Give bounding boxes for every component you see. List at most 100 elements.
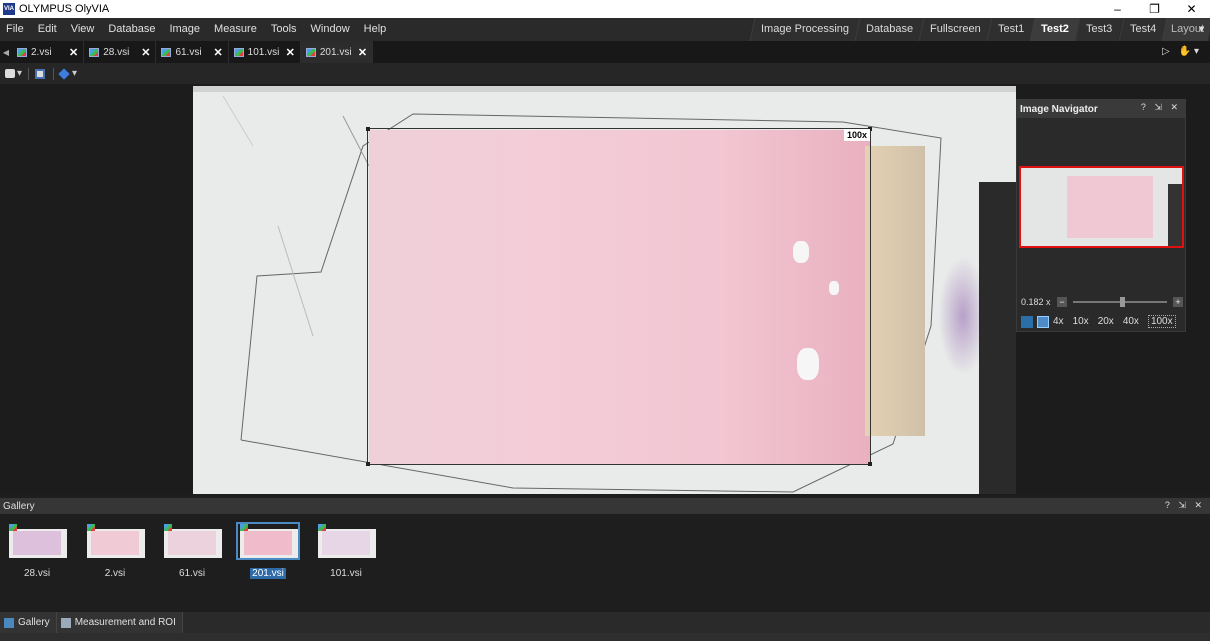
slide-image-icon: [87, 524, 95, 531]
gallery-icon: [4, 617, 14, 628]
zoom-slider-row: 0.182 x − +: [1021, 296, 1183, 308]
save-icon: [35, 68, 46, 79]
maximize-button[interactable]: ❐: [1136, 0, 1173, 18]
window-controls: – ❐ ✕: [1099, 0, 1210, 18]
zoom-slider-knob[interactable]: [1120, 297, 1125, 307]
gallery-item-201vsi[interactable]: 201.vsi: [236, 522, 300, 584]
menu-edit[interactable]: Edit: [31, 18, 64, 41]
gallery-thumbnail: [318, 529, 376, 558]
close-tab-icon[interactable]: ✕: [358, 46, 367, 59]
toolbar-divider: [28, 67, 30, 80]
slide-image[interactable]: 100x: [193, 86, 1016, 494]
doc-tab-2vsi[interactable]: 2.vsi ✕: [12, 41, 85, 63]
gallery-panel: Gallery ? ⇲ ✕ 28.vsi 2.vsi 61.vsi 201.vs…: [0, 498, 1210, 612]
document-tabs: ◀ 2.vsi ✕ 28.vsi ✕ 61.vsi ✕ 101.vsi ✕ 20…: [0, 41, 1210, 63]
status-bar: [0, 633, 1210, 641]
menu-measure[interactable]: Measure: [207, 18, 264, 41]
measure-icon: [60, 617, 71, 628]
zoom-in-button[interactable]: +: [1173, 297, 1183, 307]
mag-10x[interactable]: 10x: [1073, 316, 1089, 327]
slide-image-icon: [17, 47, 27, 57]
menu-help[interactable]: Help: [357, 18, 394, 41]
mag-20x[interactable]: 20x: [1098, 316, 1114, 327]
slide-image-icon: [318, 524, 326, 531]
menu-file[interactable]: File: [0, 18, 31, 41]
slide-label-edge: [979, 182, 1016, 494]
pan-hand-icon[interactable]: ▷ ✋▾: [1162, 41, 1202, 63]
gallery-thumbnail: [87, 529, 145, 558]
title-bar: VIA OLYMPUS OlyVIA – ❐ ✕: [0, 0, 1210, 18]
close-tab-icon[interactable]: ✕: [69, 46, 78, 59]
menu-image[interactable]: Image: [162, 18, 207, 41]
chevron-down-icon: ▼: [1197, 24, 1206, 34]
layout-tab-fullscreen[interactable]: Fullscreen: [918, 18, 992, 41]
image-viewport[interactable]: 100x Image Navigator ? ⇲ ✕ 0.182 x − + 4…: [0, 84, 1210, 495]
resize-handle[interactable]: [366, 127, 370, 131]
gallery-item-label: 61.vsi: [178, 568, 206, 579]
slide-image-icon: [233, 47, 244, 57]
navigator-controls[interactable]: ? ⇲ ✕: [1141, 102, 1181, 113]
gallery-title: Gallery: [3, 500, 35, 512]
doc-tab-61vsi[interactable]: 61.vsi ✕: [156, 41, 229, 63]
gallery-item-2vsi[interactable]: 2.vsi: [83, 522, 147, 584]
snapshot-button[interactable]: ▾: [5, 67, 22, 81]
navigator-title: Image Navigator: [1020, 103, 1098, 115]
tab-gallery[interactable]: Gallery: [0, 612, 57, 633]
selection-rectangle[interactable]: 100x: [366, 127, 872, 466]
zoom-slider[interactable]: [1073, 297, 1167, 307]
navigator-thumbnail[interactable]: [1019, 166, 1184, 248]
slide-image-icon: [161, 47, 172, 57]
gallery-item-61vsi[interactable]: 61.vsi: [160, 522, 224, 584]
thumbnail-label-edge: [1168, 184, 1182, 246]
tab-scroll-left-icon[interactable]: ◀: [0, 48, 12, 57]
gallery-controls[interactable]: ? ⇲ ✕: [1165, 500, 1205, 511]
mag-40x[interactable]: 40x: [1123, 316, 1139, 327]
slide-image-icon: [9, 524, 17, 531]
annotation-button[interactable]: ▾: [58, 67, 77, 81]
toolbar-divider: [53, 67, 55, 80]
gallery-thumbnail: [240, 529, 298, 558]
doc-tab-201vsi[interactable]: 201.vsi ✕: [300, 41, 374, 63]
close-window-button[interactable]: ✕: [1173, 0, 1210, 18]
gallery-item-28vsi[interactable]: 28.vsi: [5, 522, 69, 584]
layout-tab-test2[interactable]: Test2: [1030, 18, 1080, 41]
minimize-button[interactable]: –: [1099, 0, 1136, 18]
menu-window[interactable]: Window: [304, 18, 357, 41]
zoom-level-tag: 100x: [843, 129, 870, 141]
window-title: OLYMPUS OlyVIA: [19, 3, 110, 15]
slide-image-icon: [305, 47, 316, 57]
layout-tab-test1[interactable]: Test1: [986, 18, 1035, 41]
gallery-thumbnail: [164, 529, 222, 558]
overview-icon[interactable]: [1037, 315, 1049, 328]
layout-tab-test4[interactable]: Test4: [1118, 18, 1167, 41]
save-button[interactable]: [35, 67, 47, 81]
layout-tab-image-processing[interactable]: Image Processing: [749, 18, 860, 41]
layout-tab-database[interactable]: Database: [854, 18, 924, 41]
gallery-thumbnail: [9, 529, 67, 558]
menu-bar: File Edit View Database Image Measure To…: [0, 18, 1210, 41]
fit-view-icon[interactable]: [1021, 315, 1033, 328]
menu-database[interactable]: Database: [101, 18, 162, 41]
close-tab-icon[interactable]: ✕: [213, 46, 222, 59]
mag-4x[interactable]: 4x: [1053, 316, 1064, 327]
doc-tab-101vsi[interactable]: 101.vsi ✕: [229, 41, 301, 63]
close-tab-icon[interactable]: ✕: [141, 46, 150, 59]
doc-tab-28vsi[interactable]: 28.vsi ✕: [84, 41, 157, 63]
resize-handle[interactable]: [366, 462, 370, 466]
bottom-panel-tabs: Gallery Measurement and ROI: [0, 612, 1210, 633]
diamond-icon: [58, 67, 70, 80]
resize-handle[interactable]: [868, 462, 872, 466]
slide-image-icon: [240, 524, 248, 531]
menu-view[interactable]: View: [64, 18, 102, 41]
mag-100x[interactable]: 100x: [1147, 315, 1176, 328]
close-tab-icon[interactable]: ✕: [286, 46, 295, 59]
gallery-item-label: 101.vsi: [330, 568, 362, 579]
zoom-out-button[interactable]: −: [1057, 297, 1067, 307]
tab-measurement-and-roi[interactable]: Measurement and ROI: [56, 612, 183, 633]
magnification-row: 4x 10x 20x 40x 100x: [1021, 315, 1185, 328]
gallery-item-label: 2.vsi: [104, 568, 126, 579]
menu-tools[interactable]: Tools: [264, 18, 304, 41]
layout-tab-test3[interactable]: Test3: [1074, 18, 1124, 41]
layout-tabs: Image Processing Database Fullscreen Tes…: [749, 18, 1210, 41]
gallery-item-101vsi[interactable]: 101.vsi: [314, 522, 378, 584]
